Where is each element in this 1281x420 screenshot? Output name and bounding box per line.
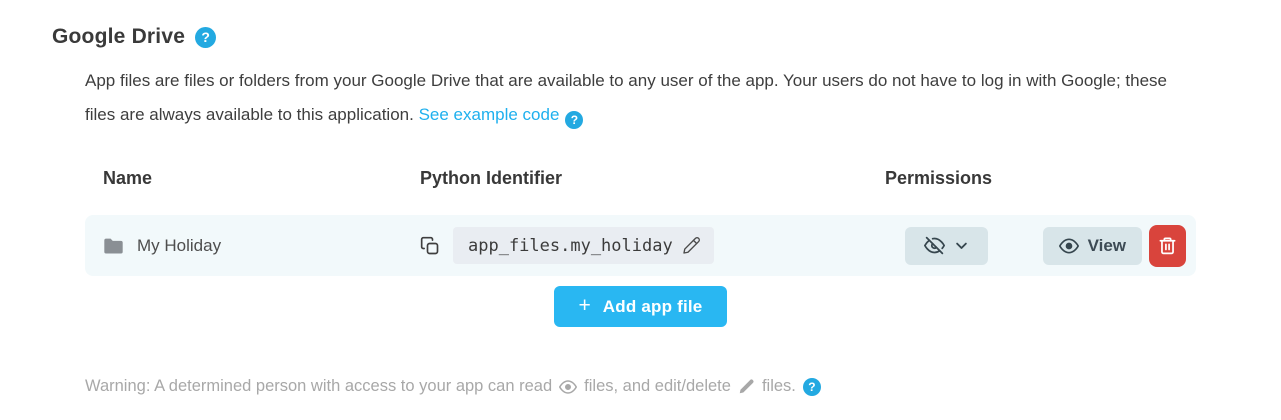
permission-dropdown[interactable] (905, 226, 988, 265)
view-button[interactable]: View (1042, 226, 1142, 265)
page-title: Google Drive (52, 25, 186, 48)
python-identifier-cell: app_files.my_holiday (420, 227, 885, 264)
column-header-permissions: Permissions (885, 168, 993, 188)
trash-icon (1158, 236, 1177, 255)
delete-button[interactable] (1149, 224, 1186, 267)
column-header-name: Name (103, 168, 153, 188)
warning-part2: files, and edit/delete (584, 377, 731, 395)
python-identifier-value: app_files.my_holiday (468, 235, 673, 256)
folder-icon (103, 237, 124, 255)
help-icon[interactable]: ? (195, 26, 217, 48)
pencil-icon (682, 236, 701, 255)
eye-icon (1058, 236, 1079, 256)
python-identifier-field[interactable]: app_files.my_holiday (453, 227, 714, 264)
add-row: + Add app file (85, 286, 1196, 327)
view-button-label: View (1087, 235, 1126, 255)
eye-off-icon (924, 235, 945, 256)
copy-button[interactable] (420, 236, 440, 256)
file-name: My Holiday (137, 235, 222, 255)
chevron-down-icon (954, 238, 969, 253)
table-row: My Holiday app_files.my_holiday View (85, 215, 1196, 276)
eye-icon (559, 378, 578, 396)
edit-identifier-button[interactable] (682, 236, 701, 255)
plus-icon: + (578, 294, 591, 317)
help-icon[interactable]: ? (565, 111, 584, 129)
permissions-cell: View (885, 224, 1196, 267)
column-header-python-identifier: Python Identifier (420, 168, 563, 188)
description-text: App files are files or folders from your… (85, 64, 1175, 132)
warning-part1: Warning: A determined person with access… (85, 377, 553, 395)
app-files-table: Name Python Identifier Permissions My Ho… (85, 168, 1196, 327)
description-body: App files are files or folders from your… (85, 71, 1168, 124)
warning-part3: files. (761, 377, 796, 395)
name-cell: My Holiday (85, 236, 420, 256)
warning-text: Warning: A determined person with access… (85, 377, 1281, 396)
help-icon[interactable]: ? (802, 377, 821, 396)
section-header: Google Drive ? (0, 0, 1281, 49)
table-header-row: Name Python Identifier Permissions (85, 168, 1196, 189)
add-app-file-label: Add app file (602, 296, 703, 316)
add-app-file-button[interactable]: + Add app file (553, 286, 728, 327)
copy-icon (420, 236, 440, 256)
see-example-code-link[interactable]: See example code (419, 105, 560, 124)
pencil-icon (738, 378, 755, 395)
